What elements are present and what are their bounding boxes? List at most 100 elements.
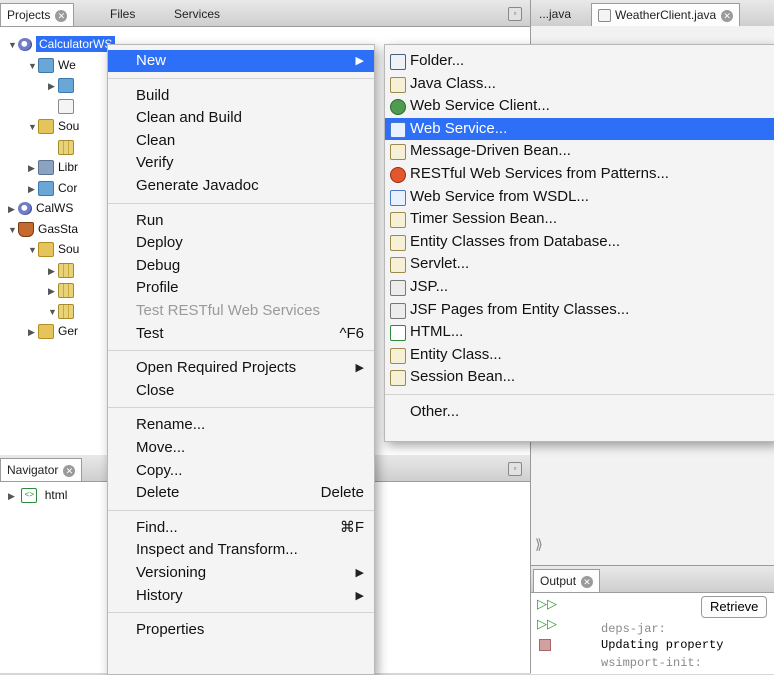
minimize-icon[interactable]: ▫ — [508, 462, 522, 476]
tab-projects[interactable]: Projects ✕ — [0, 3, 75, 26]
menu-item-delete[interactable]: Delete Delete — [108, 482, 374, 504]
submenu-item-label: Session Bean... — [410, 368, 516, 386]
close-icon[interactable]: ✕ — [721, 9, 734, 22]
expand-icon[interactable]: ▶ — [28, 179, 38, 199]
submenu-item-other[interactable]: Other... — [385, 401, 774, 423]
tab-files[interactable]: Files — [104, 3, 141, 25]
menu-item-clean[interactable]: Clean — [108, 130, 374, 152]
menu-item-properties[interactable]: Properties — [108, 619, 374, 641]
menu-item-clean-and-build[interactable]: Clean and Build — [108, 107, 374, 129]
context-menu: New ▶ Build Clean and Build Clean Verify Gener… — [107, 44, 375, 675]
minimize-icon[interactable]: ▫ — [508, 7, 522, 21]
submenu-item-folder[interactable]: Folder... — [385, 50, 774, 72]
close-icon[interactable]: ✕ — [581, 575, 594, 588]
tree-node[interactable]: ▼ Sou — [28, 239, 79, 259]
menu-item-profile[interactable]: Profile — [108, 277, 374, 299]
web-service-icon — [390, 121, 406, 138]
close-icon[interactable]: ✕ — [55, 9, 68, 22]
expand-icon[interactable]: ▶ — [8, 486, 18, 506]
tree-node[interactable]: ▶ — [48, 280, 78, 300]
tab-services[interactable]: Services — [168, 3, 226, 25]
submenu-item-entity-class[interactable]: Entity Class... — [385, 344, 774, 366]
tab-navigator[interactable]: Navigator ✕ — [0, 458, 83, 481]
stop-icon[interactable] — [539, 639, 551, 651]
submenu-arrow-icon: ▶ — [355, 567, 364, 579]
menu-item-verify[interactable]: Verify — [108, 152, 374, 174]
menu-item-history[interactable]: History ▶ — [108, 585, 374, 607]
submenu-item-session-bean[interactable]: Session Bean... — [385, 366, 774, 388]
editor-tab-weatherclient[interactable]: WeatherClient.java ✕ — [591, 3, 741, 26]
tree-node[interactable]: ▶ Ger — [28, 321, 78, 341]
menu-item-debug[interactable]: Debug — [108, 255, 374, 277]
menu-item-move[interactable]: Move... — [108, 437, 374, 459]
submenu-item-jsp[interactable]: JSP... — [385, 276, 774, 298]
collapse-arrow-icon[interactable]: ⟫ — [535, 536, 543, 553]
tab-label: Output — [540, 574, 577, 588]
submenu-item-web-service-client[interactable]: Web Service Client... — [385, 95, 774, 117]
collapse-icon[interactable]: ▼ — [28, 117, 38, 137]
expand-icon[interactable]: ▶ — [8, 199, 18, 219]
expand-icon[interactable]: ▶ — [28, 322, 38, 342]
tree-node[interactable]: ▶ Cor — [28, 178, 77, 198]
folder-blue-icon — [58, 78, 74, 94]
tree-node[interactable]: ▼ Sou — [28, 116, 79, 136]
tree-node[interactable]: ▼ — [48, 301, 78, 321]
menu-item-deploy[interactable]: Deploy — [108, 232, 374, 254]
menu-item-test[interactable]: Test ^F6 — [108, 323, 374, 345]
submenu-item-message-driven-bean[interactable]: Message-Driven Bean... — [385, 140, 774, 162]
tree-node[interactable]: ▼ We — [28, 55, 76, 75]
expand-icon[interactable]: ▶ — [48, 281, 58, 301]
submenu-item-timer-session-bean[interactable]: Timer Session Bean... — [385, 208, 774, 230]
collapse-icon[interactable]: ▼ — [8, 220, 18, 240]
globe-icon — [18, 202, 32, 216]
rerun-different-params-icon[interactable]: ▷▷ — [537, 616, 557, 632]
collapse-icon[interactable]: ▼ — [28, 56, 38, 76]
tree-node[interactable] — [48, 96, 78, 116]
submenu-item-html[interactable]: HTML... — [385, 321, 774, 343]
submenu-item-java-class[interactable]: Java Class... — [385, 73, 774, 95]
menu-item-run[interactable]: Run — [108, 210, 374, 232]
menu-item-inspect-and-transform[interactable]: Inspect and Transform... — [108, 539, 374, 561]
submenu-item-entity-classes-from-database[interactable]: Entity Classes from Database... — [385, 231, 774, 253]
expand-icon[interactable]: ▶ — [48, 76, 58, 96]
restful-icon — [390, 167, 406, 183]
menu-item-find[interactable]: Find... ⌘F — [108, 517, 374, 539]
tab-output[interactable]: Output ✕ — [533, 569, 601, 592]
menu-item-label: Find... — [136, 518, 178, 536]
folder-gold-icon — [38, 119, 54, 135]
submenu-item-servlet[interactable]: Servlet... — [385, 253, 774, 275]
menu-item-new[interactable]: New ▶ — [108, 50, 374, 72]
menu-item-open-required-projects[interactable]: Open Required Projects ▶ — [108, 357, 374, 379]
menu-item-close[interactable]: Close — [108, 380, 374, 402]
editor-tabbar: ...java WeatherClient.java ✕ — [531, 0, 774, 27]
globe-icon — [18, 38, 32, 52]
navigator-root[interactable]: ▶ <> html — [8, 485, 67, 505]
retrieve-button[interactable]: Retrieve — [701, 596, 768, 618]
tree-node[interactable]: ▼ GasSta — [8, 219, 78, 239]
menu-item-versioning[interactable]: Versioning ▶ — [108, 562, 374, 584]
menu-item-build[interactable]: Build — [108, 85, 374, 107]
submenu-item-web-service[interactable]: Web Service... — [385, 117, 774, 140]
tree-node[interactable] — [48, 137, 78, 157]
tree-node[interactable]: ▶ CalWS — [8, 198, 73, 218]
close-icon[interactable]: ✕ — [63, 464, 76, 477]
java-class-icon — [390, 234, 406, 251]
menu-item-copy[interactable]: Copy... — [108, 460, 374, 482]
expand-icon[interactable]: ▶ — [28, 158, 38, 178]
collapse-icon[interactable]: ▼ — [8, 35, 18, 55]
rerun-icon[interactable]: ▷▷ — [537, 596, 557, 612]
tree-node[interactable]: ▶ — [48, 75, 78, 95]
collapse-icon[interactable]: ▼ — [28, 240, 38, 260]
tree-node[interactable]: ▶ Libr — [28, 157, 78, 177]
editor-tab-java[interactable]: ...java — [533, 3, 577, 25]
collapse-icon[interactable]: ▼ — [48, 302, 58, 322]
submenu-item-web-service-from-wsdl[interactable]: Web Service from WSDL... — [385, 186, 774, 208]
submenu-item-jsf-pages-from-entity-classes[interactable]: JSF Pages from Entity Classes... — [385, 299, 774, 321]
tree-node[interactable]: ▼ CalculatorWS — [8, 34, 116, 55]
menu-separator — [108, 612, 374, 614]
submenu-item-restful-web-services-from-patterns[interactable]: RESTful Web Services from Patterns... — [385, 163, 774, 185]
menu-item-generate-javadoc[interactable]: Generate Javadoc — [108, 175, 374, 197]
expand-icon[interactable]: ▶ — [48, 261, 58, 281]
menu-item-rename[interactable]: Rename... — [108, 414, 374, 436]
tree-node[interactable]: ▶ — [48, 260, 78, 280]
